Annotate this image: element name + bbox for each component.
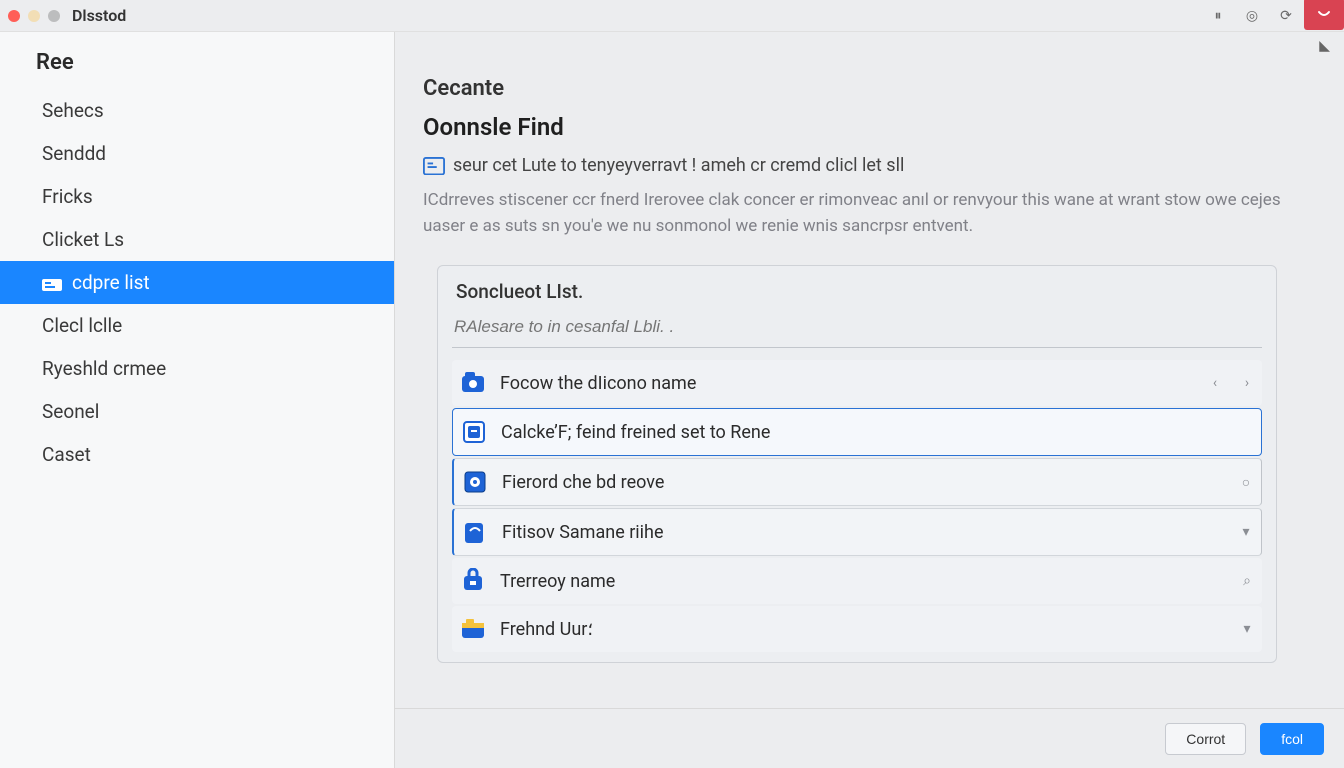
row-action-icon[interactable]: ▾ xyxy=(1239,524,1253,540)
sidebar-item-0[interactable]: Sehecs xyxy=(0,89,394,132)
search-input[interactable] xyxy=(452,311,1262,348)
content-pane: ◣ Cecante Oonnsle Find seur cet Lute to … xyxy=(395,32,1344,768)
sidebar-item-4[interactable]: cdpre list xyxy=(0,261,394,304)
list-item[interactable]: Fierord che bd reove ○ xyxy=(452,458,1262,506)
workspace: Ree Sehecs Senddd Fricks Clicket Ls cdpre li… xyxy=(0,32,1344,768)
save-button[interactable]: fcol xyxy=(1260,723,1324,755)
sidebar-item-7[interactable]: Seonel xyxy=(0,390,394,433)
row-prev-icon[interactable]: ‹ xyxy=(1208,375,1222,391)
page-eyebrow: Cecante xyxy=(423,76,1304,101)
sidebar-item-label: Clecl lclle xyxy=(42,314,122,337)
cancel-button[interactable]: Corrot xyxy=(1165,723,1246,755)
sidebar: Ree Sehecs Senddd Fricks Clicket Ls cdpre li… xyxy=(0,32,395,768)
app-title: Dlsstod xyxy=(72,6,126,25)
sidebar-item-label: Fricks xyxy=(42,185,93,208)
sidebar-header: Ree xyxy=(0,40,394,89)
list-item[interactable]: Calcke’F; feind freined set to Rene xyxy=(452,408,1262,456)
titlebar-target-icon[interactable]: ◎ xyxy=(1236,4,1268,28)
list-item-label: Focow the dIicono name xyxy=(500,373,696,394)
sidebar-item-2[interactable]: Fricks xyxy=(0,175,394,218)
list-item-label: Trerreoy name xyxy=(500,571,615,592)
list-item-icon xyxy=(460,616,486,642)
sidebar-item-label: cdpre list xyxy=(72,271,150,294)
list-item-icon xyxy=(460,370,486,396)
hint-doc-icon xyxy=(423,157,445,175)
traffic-max[interactable] xyxy=(48,10,60,22)
traffic-min[interactable] xyxy=(28,10,40,22)
titlebar-pause-icon[interactable]: ⏸ xyxy=(1202,4,1234,28)
row-action-icon[interactable]: ⌕ xyxy=(1240,573,1254,589)
titlebar-close-icon[interactable] xyxy=(1304,0,1344,30)
row-action-icon[interactable]: › xyxy=(1240,375,1254,391)
sidebar-item-label: Caset xyxy=(42,443,91,466)
page-title: Oonnsle Find xyxy=(423,113,1304,141)
list-panel: Sonclueot LIst. Focow the dIicono name‹›… xyxy=(437,265,1277,663)
corner-chevron-icon[interactable]: ◣ xyxy=(1319,38,1330,54)
list-item-label: Calcke’F; feind freined set to Rene xyxy=(501,422,770,443)
list-item[interactable]: Focow the dIicono name‹› xyxy=(452,360,1262,406)
list-item-label: Frehnd Uur؛ xyxy=(500,619,593,640)
sidebar-item-6[interactable]: Ryeshld crmee xyxy=(0,347,394,390)
list-item-controls: ⌕ xyxy=(1240,573,1254,589)
item-list: Focow the dIicono name‹›Calcke’F; feind … xyxy=(452,360,1262,654)
panel-title: Sonclueot LIst. xyxy=(456,280,1258,303)
page-description: ICdrreves stiscener ccr fnerd Irerovee c… xyxy=(423,188,1283,239)
hint-row: seur cet Lute to tenyeyverravt ! ameh cr… xyxy=(423,155,1304,176)
sidebar-item-label: Ryeshld crmee xyxy=(42,357,166,380)
list-item-controls: ▾ xyxy=(1239,524,1253,540)
titlebar-refresh-icon[interactable]: ⟳ xyxy=(1270,4,1302,28)
list-item-icon xyxy=(461,419,487,445)
list-item-controls: ○ xyxy=(1239,474,1253,491)
sidebar-item-8[interactable]: Caset xyxy=(0,433,394,476)
sidebar-item-5[interactable]: Clecl lclle xyxy=(0,304,394,347)
list-item-icon xyxy=(460,568,486,594)
sidebar-item-label: Sehecs xyxy=(42,99,104,122)
list-item-label: Fierord che bd reove xyxy=(502,472,664,493)
sidebar-item-icon xyxy=(42,275,62,291)
titlebar: Dlsstod ⏸ ◎ ⟳ xyxy=(0,0,1344,32)
list-item[interactable]: Fitisov Samane riihe ▾ xyxy=(452,508,1262,556)
sidebar-item-label: Clicket Ls xyxy=(42,228,124,251)
list-item[interactable]: Frehnd Uur؛ ▾ xyxy=(452,606,1262,652)
sidebar-item-1[interactable]: Senddd xyxy=(0,132,394,175)
list-item-controls: ▾ xyxy=(1240,621,1254,637)
list-item-icon xyxy=(462,469,488,495)
list-item-label: Fitisov Samane riihe xyxy=(502,522,664,543)
sidebar-item-label: Senddd xyxy=(42,142,106,165)
traffic-close[interactable] xyxy=(8,10,20,22)
list-item-controls: ‹› xyxy=(1208,375,1254,391)
row-action-icon[interactable]: ▾ xyxy=(1240,621,1254,637)
footer: Corrot fcol xyxy=(395,708,1344,768)
list-item[interactable]: Trerreoy name ⌕ xyxy=(452,558,1262,604)
list-item-icon xyxy=(462,519,488,545)
row-action-icon[interactable]: ○ xyxy=(1239,474,1253,491)
hint-text: seur cet Lute to tenyeyverravt ! ameh cr… xyxy=(453,155,904,176)
sidebar-item-label: Seonel xyxy=(42,400,99,423)
sidebar-item-3[interactable]: Clicket Ls xyxy=(0,218,394,261)
